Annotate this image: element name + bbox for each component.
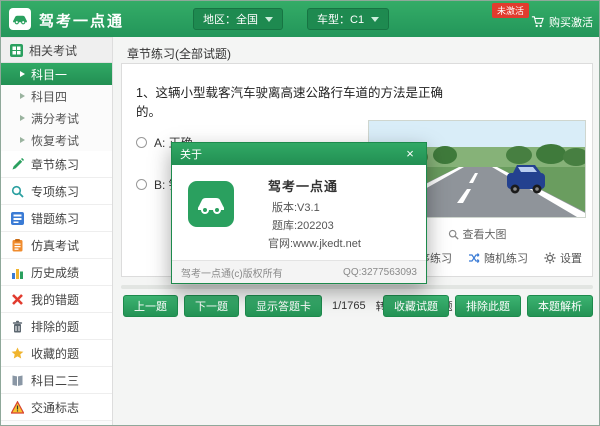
sidebar-item-label: 我的错题 [31, 292, 80, 307]
sidebar-item-special-practice[interactable]: 专项练习 [1, 178, 112, 205]
favorite-question-button[interactable]: 收藏试题 [383, 295, 449, 317]
sidebar-section-label: 相关考试 [29, 43, 78, 58]
arrow-right-icon [20, 93, 25, 99]
prev-question-button[interactable]: 上一题 [123, 295, 178, 317]
next-question-button[interactable]: 下一题 [184, 295, 239, 317]
star-icon [10, 346, 24, 360]
about-question-bank: 题库:202203 [272, 220, 334, 232]
sidebar-item-label: 恢复考试 [31, 133, 80, 148]
sidebar-item-history-scores[interactable]: 历史成绩 [1, 259, 112, 286]
bar-chart-icon [10, 265, 24, 279]
region-dropdown[interactable]: 地区：全国 [193, 8, 283, 30]
settings-button[interactable]: 设置 [544, 250, 582, 266]
sidebar-item-label: 仿真考试 [31, 238, 80, 253]
sidebar-item-label: 排除的题 [31, 319, 80, 334]
scroll-groove[interactable] [121, 285, 593, 289]
about-dialog: 关于 × 驾考一点通 版本:V3.1 题库:202203 官网:www.jked… [171, 142, 427, 284]
chevron-down-icon [265, 16, 273, 22]
sidebar-item-my-mistakes[interactable]: 我的错题 [1, 286, 112, 313]
sidebar-item-full-score-exam[interactable]: 满分考试 [1, 107, 112, 129]
sidebar-item-label: 错题练习 [31, 211, 80, 226]
sidebar-item-chapter-practice[interactable]: 章节练习 [1, 151, 112, 178]
chevron-down-icon [371, 16, 380, 22]
about-qq: QQ:3277563093 [343, 266, 417, 278]
sidebar-item-favorite-questions[interactable]: 收藏的题 [1, 340, 112, 367]
sidebar-item-label: 科目一 [31, 67, 68, 82]
about-dialog-title: 关于 [180, 149, 202, 161]
activation-status-badge: 未激活 [491, 3, 529, 18]
grid-icon [9, 43, 23, 57]
warning-triangle-icon [10, 400, 24, 414]
view-large-image-label: 查看大图 [462, 229, 507, 241]
arrow-right-icon [20, 115, 25, 121]
sidebar-item-excluded-questions[interactable]: 排除的题 [1, 313, 112, 340]
random-practice-label: 随机练习 [484, 253, 528, 265]
about-dialog-footer: 驾考一点通(c)版权所有 QQ:3277563093 [172, 260, 426, 283]
sidebar: 相关考试 科目一 科目四 满分考试 恢复考试 章节练习 专项练习 错题练习 仿真… [1, 37, 113, 425]
app-window: 驾考一点通 地区：全国 车型：C1 未激活 购买激活 相关考试 科目一 科目四 … [0, 0, 600, 426]
magnifier-icon [10, 184, 24, 198]
sidebar-item-label: 科目四 [31, 89, 68, 104]
arrow-right-icon [20, 71, 25, 77]
about-dialog-body: 驾考一点通 版本:V3.1 题库:202203 官网:www.jkedt.net [172, 165, 426, 261]
arrow-right-icon [20, 137, 25, 143]
sidebar-item-kemu1[interactable]: 科目一 [1, 63, 112, 85]
settings-label: 设置 [560, 253, 582, 265]
sidebar-item-label: 专项练习 [31, 184, 80, 199]
app-title: 驾考一点通 [39, 13, 125, 30]
exclude-question-button[interactable]: 排除此题 [455, 295, 521, 317]
cartype-dropdown[interactable]: 车型：C1 [307, 8, 390, 30]
cartype-dropdown-label: 车型：C1 [317, 14, 365, 26]
app-logo-icon [9, 8, 31, 30]
sidebar-item-traffic-signs[interactable]: 交通标志 [1, 394, 112, 421]
sidebar-item-label: 交通标志 [31, 400, 80, 415]
buy-activation-button[interactable]: 购买激活 [531, 14, 593, 30]
sidebar-item-kemu4[interactable]: 科目四 [1, 85, 112, 107]
trash-icon [10, 319, 24, 333]
about-dialog-titlebar: 关于 × [172, 143, 426, 165]
car-logo-glyph [13, 15, 27, 25]
question-actions-row: 收藏试题 排除此题 本题解析 [383, 295, 593, 317]
cart-icon [531, 16, 544, 28]
about-website: 官网:www.jkedt.net [268, 238, 361, 250]
sidebar-item-label: 章节练习 [31, 157, 80, 172]
sidebar-section-related-exams[interactable]: 相关考试 [1, 37, 112, 63]
sidebar-item-wrong-practice[interactable]: 错题练习 [1, 205, 112, 232]
about-app-icon [188, 181, 234, 227]
magnifier-icon [448, 229, 459, 240]
about-app-name: 驾考一点通 [268, 179, 339, 194]
shuffle-icon [469, 253, 480, 263]
sidebar-item-kemu23[interactable]: 科目二三 [1, 367, 112, 394]
sidebar-item-mock-exam[interactable]: 仿真考试 [1, 232, 112, 259]
question-analysis-button[interactable]: 本题解析 [527, 295, 593, 317]
about-copyright: 驾考一点通(c)版权所有 [181, 268, 283, 280]
about-version: 版本:V3.1 [272, 202, 320, 214]
buy-activation-label: 购买激活 [549, 17, 593, 29]
sidebar-item-recovery-exam[interactable]: 恢复考试 [1, 129, 112, 151]
question-progress: 1/1765 [332, 300, 366, 312]
header-bar: 驾考一点通 地区：全国 车型：C1 未激活 购买激活 [1, 1, 599, 37]
sidebar-item-label: 历史成绩 [31, 265, 80, 280]
section-title: 章节练习(全部试题) [127, 47, 231, 61]
book-icon [10, 373, 24, 387]
sidebar-item-label: 满分考试 [31, 111, 80, 126]
gear-icon [544, 252, 556, 264]
car-logo-glyph [198, 198, 224, 214]
question-text: 1、这辆小型载客汽车驶离高速公路行车道的方法是正确的。 [136, 86, 443, 119]
sidebar-item-label: 科目二三 [31, 373, 80, 388]
sidebar-item-label: 收藏的题 [31, 346, 80, 361]
random-practice-button[interactable]: 随机练习 [468, 250, 528, 266]
clipboard-icon [10, 238, 24, 252]
close-icon[interactable]: × [402, 146, 418, 162]
option-a-radio[interactable] [136, 137, 147, 148]
answer-card-button[interactable]: 显示答题卡 [245, 295, 322, 317]
pencil-icon [10, 157, 24, 171]
red-x-icon [10, 292, 24, 306]
blue-grid-icon [10, 211, 24, 225]
region-dropdown-label: 地区：全国 [203, 14, 258, 26]
option-b-radio[interactable] [136, 179, 147, 190]
